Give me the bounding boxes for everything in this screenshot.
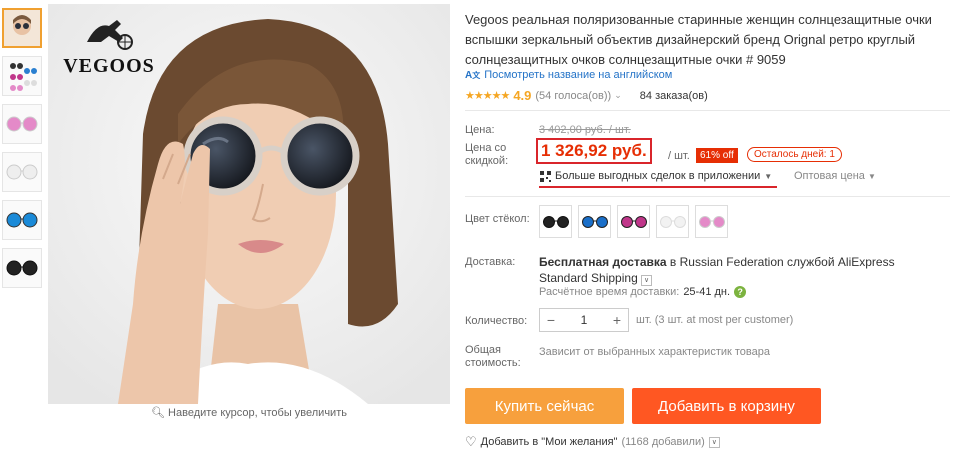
lens-color-swatches [539, 205, 728, 238]
wishlist-count: (1168 добавили) [621, 436, 705, 448]
quantity-label: Количество: [465, 315, 528, 327]
swatch-purple[interactable] [617, 205, 650, 238]
divider [465, 110, 950, 111]
heart-icon[interactable]: ♡ [465, 434, 477, 450]
buy-now-button[interactable]: Купить сейчас [465, 388, 624, 424]
days-left-badge: Осталось дней: 1 [747, 147, 842, 162]
caret-down-icon: ▼ [764, 171, 773, 181]
shipping-dropdown-icon[interactable]: ∨ [641, 275, 653, 286]
rating-votes[interactable]: (54 голоса(ов)) [535, 90, 611, 102]
wholesale-text: Оптовая цена [794, 170, 865, 182]
price-unit: / шт. [668, 150, 690, 162]
translate-icon: A文 [465, 69, 481, 81]
swatch-black[interactable] [539, 205, 572, 238]
thumbnail-white[interactable] [2, 152, 42, 192]
old-price: 3 402,00 руб. / шт. [539, 124, 631, 136]
sale-price: 1 326,92 руб. [536, 138, 652, 164]
discount-price-label: Цена со скидкой: [465, 142, 509, 167]
rating-value: 4.9 [513, 88, 532, 103]
thumbnail-multicolor[interactable] [2, 56, 42, 96]
chariot-icon [87, 20, 133, 50]
quantity-limit-note: шт. (3 шт. at most per customer) [636, 314, 794, 326]
qr-code-icon [540, 170, 551, 182]
translate-link-text: Посмотреть название на английском [484, 69, 673, 81]
zoom-hint-text: Наведите курсор, чтобы увеличить [168, 407, 347, 419]
add-to-cart-button[interactable]: Добавить в корзину [632, 388, 821, 424]
discount-badge: 61% off [696, 148, 738, 163]
quantity-decrease-button[interactable]: − [540, 312, 562, 328]
thumbnail-strip [2, 8, 44, 296]
translate-title-link[interactable]: A文 Посмотреть название на английском [465, 69, 672, 81]
caret-down-icon: ▼ [867, 172, 876, 181]
app-deal-link[interactable]: Больше выгодных сделок в приложении ▼ [540, 170, 772, 182]
chevron-down-icon[interactable]: ⌄ [614, 90, 622, 101]
delivery-time-label: Расчётное время доставки: [539, 286, 680, 298]
app-deal-highlight [539, 186, 777, 188]
free-shipping-text: Бесплатная доставка [539, 255, 667, 269]
zoom-hint: 🔍︎ Наведите курсор, чтобы увеличить [48, 406, 450, 419]
shipping-label: Доставка: [465, 256, 516, 268]
thumbnail-pink[interactable] [2, 104, 42, 144]
shipping-method: Бесплатная доставка в Russian Federation… [539, 254, 939, 286]
thumbnail-blue[interactable] [2, 200, 42, 240]
total-cost-note: Зависит от выбранных характеристик товар… [539, 346, 770, 358]
magnifier-icon: 🔍︎ [151, 407, 165, 419]
app-deal-text: Больше выгодных сделок в приложении [555, 170, 761, 182]
thumbnail-black[interactable] [2, 248, 42, 288]
total-cost-label: Общая стоимость: [465, 344, 521, 369]
quantity-input[interactable]: 1 [562, 313, 606, 327]
product-main-photo[interactable]: VEGOOS [48, 4, 450, 404]
wishlist-link[interactable]: Добавить в "Мои желания" [481, 436, 618, 448]
swatch-blue[interactable] [578, 205, 611, 238]
product-title: Vegoos реальная поляризованные старинные… [465, 12, 932, 67]
quantity-stepper: − 1 + [539, 308, 629, 332]
delivery-time-value: 25-41 дн. [683, 286, 731, 298]
help-icon[interactable]: ? [734, 286, 747, 298]
price-label: Цена: [465, 124, 495, 136]
rating-row: ★★★★★ 4.9 (54 голоса(ов)) ⌄ 84 заказа(ов… [465, 88, 708, 103]
thumbnail-model[interactable] [2, 8, 42, 48]
rating-stars: ★★★★★ [465, 90, 510, 102]
brand-name: VEGOOS [63, 55, 155, 77]
swatch-pink[interactable] [695, 205, 728, 238]
lens-color-label: Цвет стёкол: [465, 213, 530, 225]
divider [465, 196, 950, 197]
orders-count: 84 заказа(ов) [639, 89, 708, 102]
quantity-increase-button[interactable]: + [606, 312, 628, 328]
brand-logo: VEGOOS [54, 12, 164, 78]
wishlist-row: ♡ Добавить в "Мои желания" (1168 добавил… [465, 434, 720, 450]
swatch-white[interactable] [656, 205, 689, 238]
wishlist-dropdown-icon[interactable]: ∨ [708, 436, 720, 448]
delivery-time: Расчётное время доставки: 25-41 дн. ? [539, 286, 747, 298]
wholesale-price-link[interactable]: Оптовая цена ▼ [794, 170, 876, 182]
